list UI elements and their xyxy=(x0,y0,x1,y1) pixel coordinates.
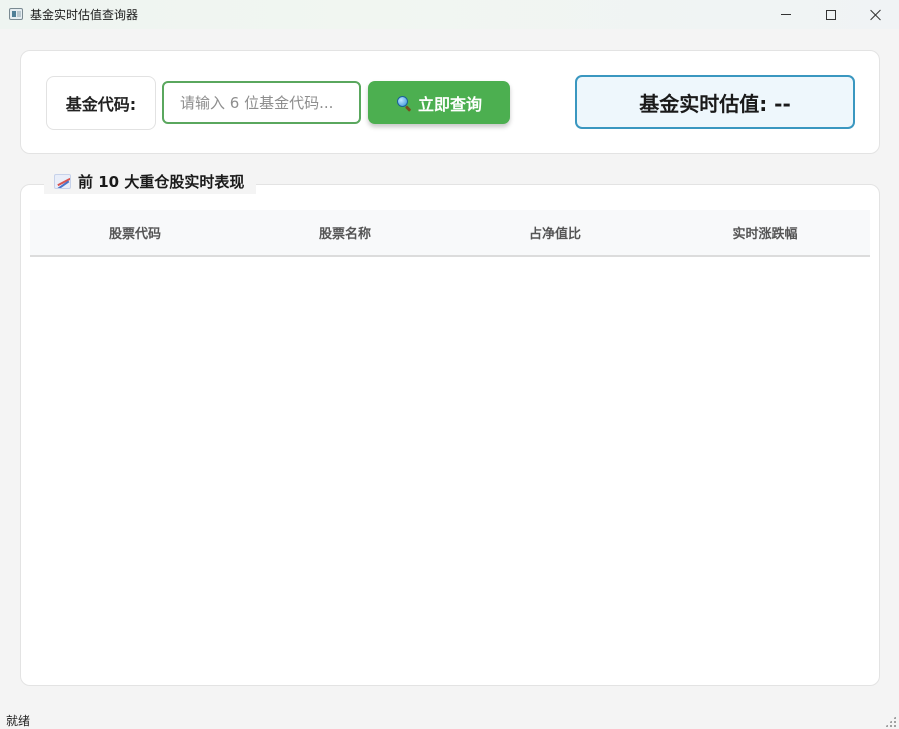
query-button[interactable]: 立即查询 xyxy=(368,81,510,124)
fund-code-label: 基金代码: xyxy=(46,76,156,130)
holdings-group-title: 前 10 大重仓股实时表现 xyxy=(44,168,257,194)
column-header-stock-name[interactable]: 股票名称 xyxy=(240,210,450,255)
title-bar[interactable]: 基金实时估值查询器 xyxy=(0,0,899,29)
column-header-net-value-ratio[interactable]: 占净值比 xyxy=(450,210,660,255)
resize-grip-icon[interactable] xyxy=(885,716,896,727)
app-window-icon xyxy=(9,8,23,20)
table-header: 股票代码 股票名称 占净值比 实时涨跌幅 xyxy=(30,210,870,257)
fund-code-input[interactable] xyxy=(162,81,361,124)
column-header-realtime-change[interactable]: 实时涨跌幅 xyxy=(660,210,870,255)
close-button[interactable] xyxy=(853,0,899,29)
query-card: 基金代码: 立即查询 基金实时估值: -- xyxy=(20,50,880,154)
maximize-icon xyxy=(826,9,836,20)
fund-estimate-display: 基金实时估值: -- xyxy=(575,75,855,129)
close-icon xyxy=(870,9,882,21)
column-header-stock-code[interactable]: 股票代码 xyxy=(30,210,240,255)
holdings-title-text: 前 10 大重仓股实时表现 xyxy=(78,172,245,191)
app-window: 基金实时估值查询器 基金代码: 立即查询 基金实时估值: -- 前 10 大重仓… xyxy=(0,0,899,729)
chart-icon xyxy=(54,173,71,189)
status-bar-text: 就绪 xyxy=(6,714,31,728)
minimize-icon xyxy=(781,14,791,15)
holdings-table[interactable]: 股票代码 股票名称 占净值比 实时涨跌幅 xyxy=(30,210,870,257)
window-title: 基金实时估值查询器 xyxy=(30,8,139,22)
magnifier-icon xyxy=(396,95,412,112)
query-button-label: 立即查询 xyxy=(417,94,482,114)
minimize-button[interactable] xyxy=(763,0,809,29)
holdings-group xyxy=(20,184,880,686)
maximize-button[interactable] xyxy=(808,0,854,29)
